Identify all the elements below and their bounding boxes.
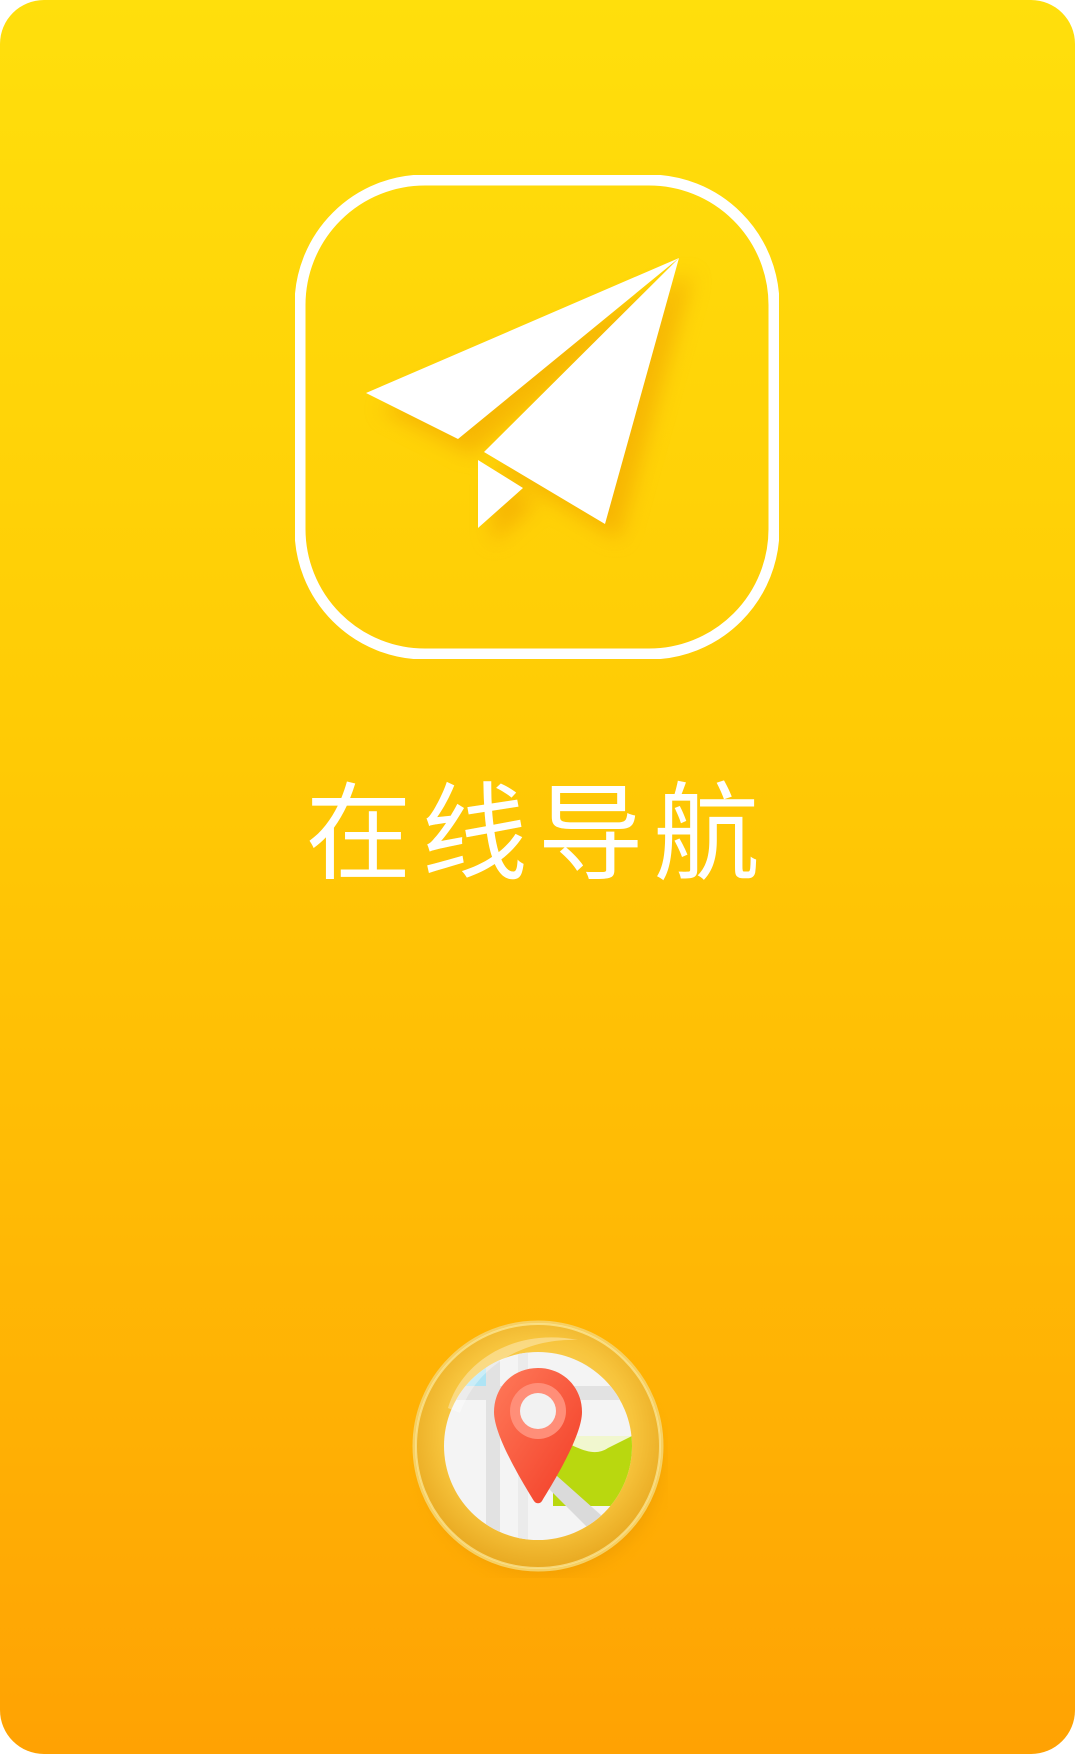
- app-icon: [295, 175, 779, 659]
- page-title: 在线导航: [305, 773, 770, 896]
- paper-plane-icon: [295, 175, 779, 659]
- map-navigation-button[interactable]: [408, 1318, 668, 1578]
- map-location-pin-icon: [412, 1320, 664, 1575]
- splash-card: 在线导航: [0, 0, 1075, 1754]
